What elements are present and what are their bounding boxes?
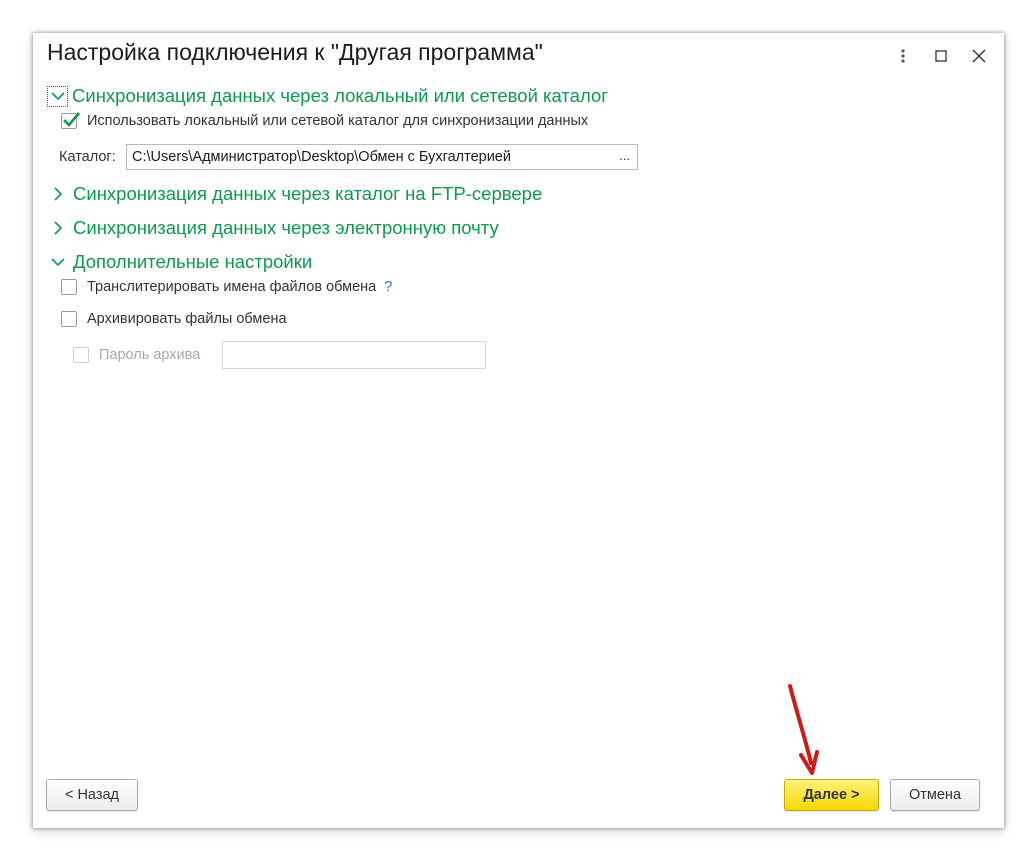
section-local-catalog-header[interactable]: Синхронизация данных через локальный или… [47,85,608,107]
use-local-catalog-row: Использовать локальный или сетевой катал… [61,112,589,129]
catalog-path-input[interactable]: C:\Users\Администратор\Desktop\Обмен с Б… [126,144,613,170]
transliterate-checkbox[interactable] [61,279,77,295]
chevron-right-icon [47,183,69,205]
section-extra-title: Дополнительные настройки [73,251,313,272]
catalog-label: Каталог: [59,149,116,165]
catalog-label-row: Каталог: [59,149,116,165]
section-email-header[interactable]: Синхронизация данных через электронную п… [47,217,499,239]
section-extra-header[interactable]: Дополнительные настройки [47,251,312,273]
maximize-icon[interactable] [930,45,952,67]
more-vertical-icon[interactable] [892,45,914,67]
section-ftp-header[interactable]: Синхронизация данных через каталог на FT… [47,183,542,205]
archive-password-row: Пароль архива [73,347,200,363]
close-icon[interactable] [968,45,990,67]
use-local-catalog-checkbox[interactable] [61,112,80,129]
section-local-catalog-title: Синхронизация данных через локальный или… [72,85,609,106]
help-link[interactable]: ? [384,279,392,295]
dialog-window: Настройка подключения к "Другая программ… [33,33,1004,828]
catalog-browse-button[interactable]: ... [612,144,638,170]
back-button[interactable]: < Назад [46,779,138,811]
chevron-right-icon [47,217,69,239]
archive-row: Архивировать файлы обмена [61,311,287,327]
use-local-catalog-label: Использовать локальный или сетевой катал… [87,113,589,129]
transliterate-row: Транслитерировать имена файлов обмена ? [61,279,392,295]
chevron-down-icon [47,85,68,107]
next-button[interactable]: Далее > [784,779,879,811]
transliterate-label: Транслитерировать имена файлов обмена [87,279,377,295]
archive-label: Архивировать файлы обмена [87,311,287,327]
annotation-arrow-icon [788,684,819,775]
window-title: Настройка подключения к "Другая программ… [47,39,543,65]
archive-checkbox[interactable] [61,311,77,327]
checkmark-icon [63,112,80,127]
archive-password-input[interactable] [222,341,486,369]
archive-password-checkbox[interactable] [73,347,89,363]
section-ftp-title: Синхронизация данных через каталог на FT… [73,183,543,204]
section-email-title: Синхронизация данных через электронную п… [73,217,499,238]
archive-password-label: Пароль архива [99,347,201,363]
cancel-button[interactable]: Отмена [890,779,980,811]
chevron-down-icon [47,251,69,273]
